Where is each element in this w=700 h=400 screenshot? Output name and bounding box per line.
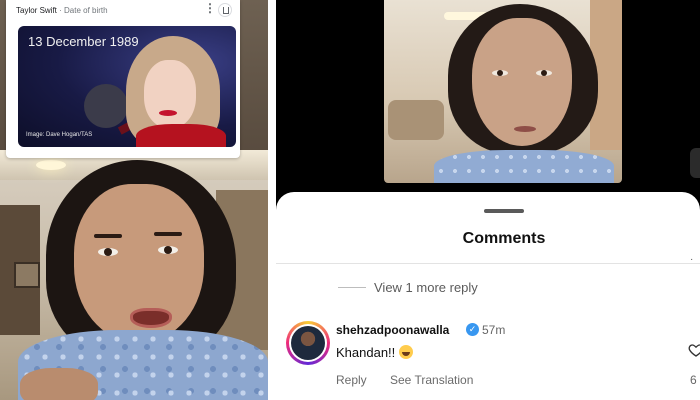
side-control[interactable] [690,148,700,178]
comment-text: Khandan!! [336,345,414,360]
right-eyebrow [154,232,182,236]
left-eye [492,70,508,76]
woman-face [74,184,204,342]
woman-mouth [514,126,536,132]
comment-time: 57m [482,323,506,337]
right-eye [158,246,178,254]
left-video-panel: Taylor Swift · Date of birth ⋮ 13 Decemb… [0,0,268,400]
comment-body: Khandan!! [336,345,396,360]
microphone [84,84,128,128]
image-credit: Image: Dave Hogan/TAS [26,132,93,138]
reel-video[interactable] [384,0,622,183]
date-of-birth-text: 13 December 1989 [28,34,139,49]
heart-icon[interactable] [688,342,700,358]
left-eye [98,248,118,256]
comments-title: Comments [462,230,546,247]
avatar-photo [291,326,325,360]
reply-button[interactable]: Reply [336,373,367,387]
right-eye [536,70,552,76]
avatar-frame [289,324,327,362]
card-title: Taylor Swift [16,6,57,15]
google-knowledge-card: Taylor Swift · Date of birth ⋮ 13 Decemb… [6,0,240,158]
divider [276,263,700,264]
card-subtitle: · Date of birth [59,6,108,15]
woman-face [472,18,572,146]
woman-hand [20,368,98,400]
comment-username[interactable]: shehzadpoonawalla [336,323,449,337]
see-translation-button[interactable]: See Translation [390,373,473,387]
comments-sheet: Comments · View 1 more reply shehzadpoon… [276,192,700,400]
card-header: Taylor Swift · Date of birth [16,6,108,15]
card-photo: 13 December 1989 Image: Dave Hogan/TAS [18,26,236,147]
reply-thread-line [338,287,366,288]
share-icon[interactable] [218,3,232,17]
avatar[interactable] [286,321,330,365]
like-count: 6 [690,373,697,387]
singer-lips [159,110,177,116]
laughing-emoji-icon [399,345,414,359]
right-instagram-panel: Comments · View 1 more reply shehzadpoon… [276,0,700,400]
panel-divider [268,0,276,400]
woman-listening [434,4,614,183]
woman-speaking [18,160,268,400]
woman-shirt [434,150,614,183]
view-more-replies-button[interactable]: View 1 more reply [374,280,478,295]
woman-mouth [130,308,172,328]
drag-handle[interactable] [484,209,524,213]
singer-face [144,60,196,128]
singer-outfit [136,124,226,147]
more-vert-icon[interactable]: ⋮ [204,2,216,14]
verified-badge-icon: ✓ [466,323,479,336]
video-sofa [388,100,444,140]
left-eyebrow [94,234,122,238]
